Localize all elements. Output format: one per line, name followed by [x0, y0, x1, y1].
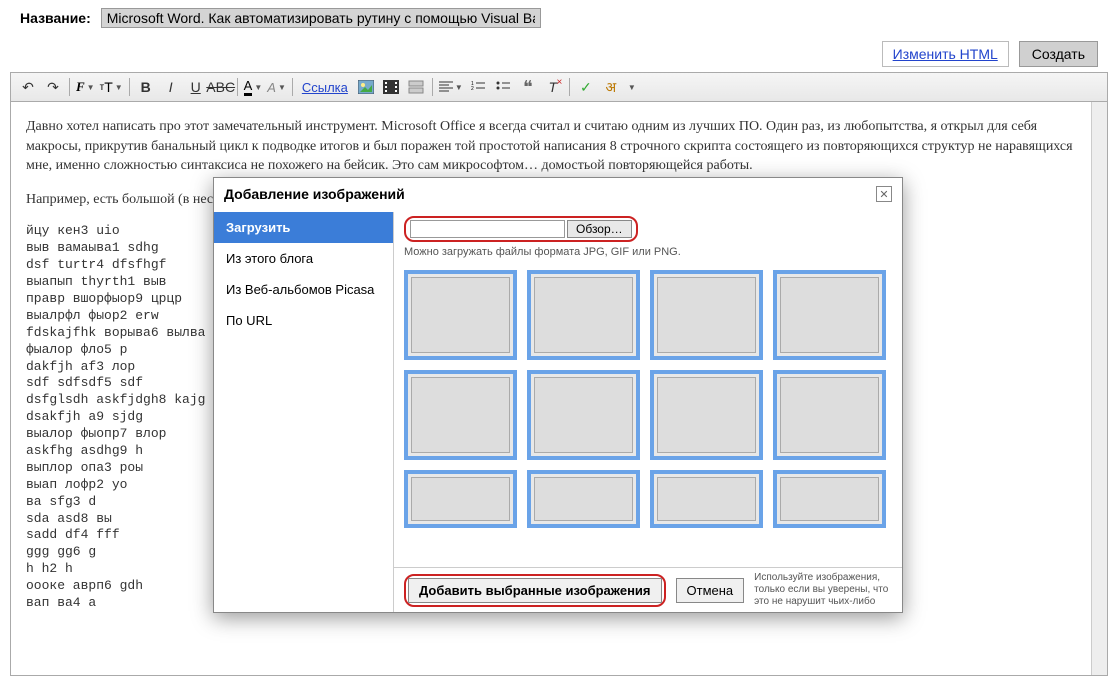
text-color-dropdown[interactable]: A▼ — [242, 76, 265, 98]
paragraph: Давно хотел написать про этот замечатель… — [26, 117, 1092, 176]
break-icon[interactable] — [404, 76, 428, 98]
undo-icon[interactable]: ↶ — [16, 76, 40, 98]
sidebar-item-blog[interactable]: Из этого блога — [214, 243, 393, 274]
strikethrough-icon[interactable]: ABC — [209, 76, 233, 98]
remove-format-icon[interactable]: T× — [541, 76, 565, 98]
sidebar-item-url[interactable]: По URL — [214, 305, 393, 336]
separator — [129, 78, 130, 96]
toolbar: ↶ ↷ F▼ тT▼ B I U ABC A▼ A▼ Ссылка ▼ 12 ❝… — [10, 72, 1108, 101]
edit-html-button[interactable]: Изменить HTML — [882, 41, 1009, 67]
svg-text:2: 2 — [471, 86, 474, 92]
thumbnail[interactable] — [527, 370, 640, 460]
scrollbar[interactable] — [1091, 102, 1107, 675]
link-button[interactable]: Ссылка — [297, 76, 353, 98]
separator — [69, 78, 70, 96]
translate-icon[interactable]: अ — [599, 76, 623, 98]
thumbnails-grid — [394, 266, 902, 567]
sidebar-item-picasa[interactable]: Из Веб-альбомов Picasa — [214, 274, 393, 305]
thumbnail[interactable] — [404, 470, 517, 528]
file-path-input[interactable] — [410, 220, 565, 238]
font-family-dropdown[interactable]: F▼ — [74, 76, 97, 98]
image-icon[interactable] — [354, 76, 378, 98]
upload-hint: Можно загружать файлы формата JPG, GIF и… — [394, 244, 902, 266]
separator — [432, 78, 433, 96]
close-icon[interactable]: ✕ — [876, 186, 892, 202]
spellcheck-icon[interactable]: ✓ — [574, 76, 598, 98]
redo-icon[interactable]: ↷ — [41, 76, 65, 98]
separator — [569, 78, 570, 96]
separator — [237, 78, 238, 96]
video-icon[interactable] — [379, 76, 403, 98]
thumbnail[interactable] — [650, 270, 763, 360]
browse-button[interactable]: Обзор… — [567, 220, 632, 238]
modal-title: Добавление изображений — [224, 186, 405, 202]
thumbnail[interactable] — [527, 270, 640, 360]
bold-icon[interactable]: B — [134, 76, 158, 98]
file-input-highlight: Обзор… — [404, 216, 638, 242]
thumbnail[interactable] — [773, 270, 886, 360]
font-size-dropdown[interactable]: тT▼ — [98, 76, 125, 98]
thumbnail[interactable] — [404, 370, 517, 460]
ordered-list-icon[interactable]: 12 — [466, 76, 490, 98]
align-dropdown[interactable]: ▼ — [437, 76, 465, 98]
highlight-dropdown[interactable]: A▼ — [265, 76, 288, 98]
upload-modal: Добавление изображений ✕ Загрузить Из эт… — [213, 177, 903, 613]
cancel-button[interactable]: Отмена — [676, 578, 745, 603]
thumbnail[interactable] — [773, 370, 886, 460]
thumbnail[interactable] — [773, 470, 886, 528]
quote-icon[interactable]: ❝ — [516, 76, 540, 98]
thumbnail[interactable] — [527, 470, 640, 528]
thumbnail[interactable] — [650, 370, 763, 460]
thumbnail[interactable] — [404, 270, 517, 360]
separator — [292, 78, 293, 96]
underline-icon[interactable]: U — [184, 76, 208, 98]
unordered-list-icon[interactable] — [491, 76, 515, 98]
modal-sidebar: Загрузить Из этого блога Из Веб-альбомов… — [214, 212, 394, 612]
add-button-highlight: Добавить выбранные изображения — [404, 574, 666, 607]
thumbnail[interactable] — [650, 470, 763, 528]
sidebar-item-upload[interactable]: Загрузить — [214, 212, 393, 243]
italic-icon[interactable]: I — [159, 76, 183, 98]
title-input[interactable] — [101, 8, 541, 28]
more-dropdown[interactable]: ▼ — [624, 76, 638, 98]
footer-hint: Используйте изображения, только если вы … — [754, 572, 892, 608]
create-button[interactable]: Создать — [1019, 41, 1098, 67]
title-label: Название: — [20, 10, 91, 26]
add-selected-button[interactable]: Добавить выбранные изображения — [408, 578, 662, 603]
